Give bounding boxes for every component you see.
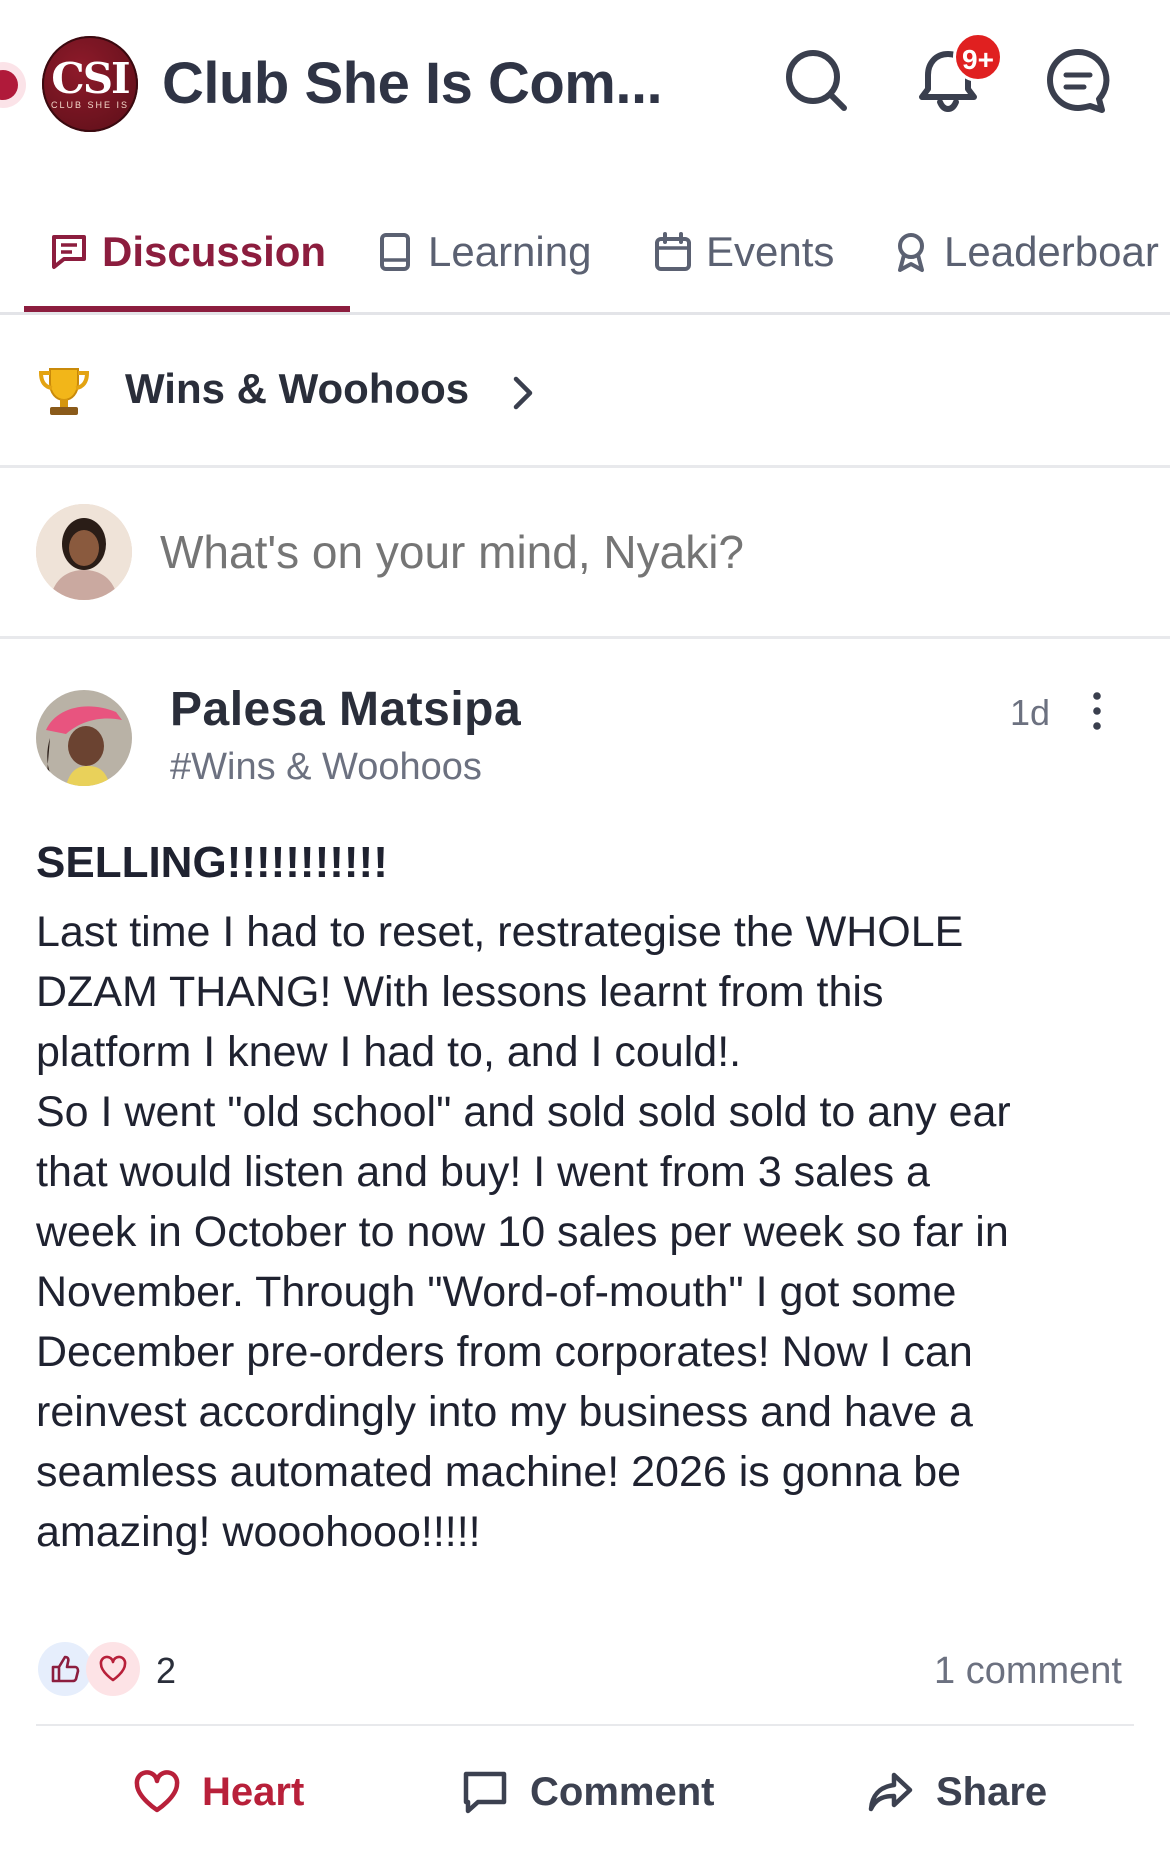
tab-leaderboard[interactable]: Leaderboar	[890, 222, 1159, 282]
post-body: Last time I had to reset, restrategise t…	[36, 908, 1011, 1556]
comment-button[interactable]: Comment	[460, 1762, 714, 1822]
active-tab-indicator	[24, 306, 350, 312]
thumbs-up-icon	[51, 1655, 80, 1683]
book-icon	[380, 233, 410, 271]
category-header[interactable]: Wins & Woohoos	[0, 315, 1170, 468]
author-avatar[interactable]	[36, 690, 132, 786]
post-divider	[36, 1724, 1134, 1726]
share-button[interactable]: Share	[866, 1762, 1047, 1822]
logo-text: CSI	[51, 54, 130, 103]
heart-label: Heart	[202, 1769, 305, 1814]
more-options-icon[interactable]	[1086, 688, 1108, 734]
award-icon	[898, 233, 924, 272]
calendar-icon	[655, 232, 691, 271]
heart-button[interactable]: Heart	[132, 1762, 304, 1822]
heart-icon	[134, 1770, 180, 1813]
composer-input[interactable]	[158, 524, 1062, 580]
heart-small-icon	[99, 1655, 127, 1682]
discussion-icon	[52, 235, 86, 269]
like-reaction[interactable]	[38, 1642, 92, 1696]
tab-label: Leaderboar	[944, 228, 1159, 275]
tab-label: Learning	[428, 228, 592, 275]
community-title[interactable]: Club She Is Com...	[162, 50, 663, 117]
post-timestamp: 1d	[1010, 692, 1051, 733]
search-icon[interactable]	[778, 42, 854, 118]
notification-badge: 9+	[953, 32, 1003, 82]
share-label: Share	[936, 1769, 1048, 1814]
reactions-count[interactable]: 2	[156, 1650, 176, 1692]
tab-discussion[interactable]: Discussion	[48, 222, 326, 282]
tab-events[interactable]: Events	[652, 222, 834, 282]
post-title: SELLING!!!!!!!!!!!	[36, 838, 388, 887]
trophy-icon	[38, 368, 90, 415]
post-composer[interactable]	[0, 468, 1170, 639]
category-label: Wins & Woohoos	[125, 365, 470, 412]
tab-label: Events	[706, 228, 835, 275]
chevron-right-icon	[513, 376, 533, 410]
post-author-name[interactable]: Palesa Matsipa	[170, 682, 521, 737]
comment-icon	[463, 1771, 507, 1814]
chat-icon[interactable]	[1040, 42, 1116, 118]
heart-reaction[interactable]	[86, 1642, 140, 1696]
logo-subtext: CLUB SHE IS	[50, 100, 130, 110]
tab-bar: Discussion Learning Events Leaderboar	[0, 200, 1170, 315]
current-user-avatar	[36, 504, 132, 600]
comments-count[interactable]: 1 comment	[934, 1650, 1122, 1693]
comment-label: Comment	[530, 1769, 715, 1814]
tab-label: Discussion	[102, 228, 327, 275]
share-icon	[868, 1772, 913, 1812]
community-logo[interactable]: CSI CLUB SHE IS	[42, 36, 138, 132]
tab-learning[interactable]: Learning	[374, 222, 591, 282]
post-channel[interactable]: #Wins & Woohoos	[170, 746, 482, 789]
